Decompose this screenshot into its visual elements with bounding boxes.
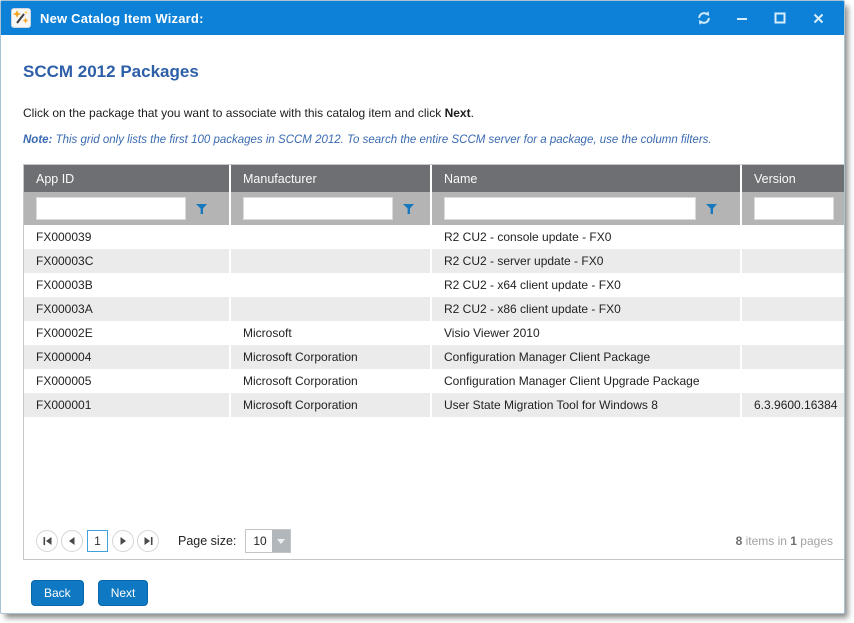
table-row[interactable]: FX00002E Microsoft Visio Viewer 2010 <box>24 321 845 345</box>
close-icon[interactable] <box>806 6 830 30</box>
cell-name: User State Migration Tool for Windows 8 <box>430 393 740 417</box>
packages-grid: App ID Manufacturer Name Version <box>23 164 845 560</box>
cell-version <box>740 297 845 321</box>
cell-manufacturer: Microsoft Corporation <box>229 393 430 417</box>
table-row[interactable]: FX000039 R2 CU2 - console update - FX0 <box>24 225 845 249</box>
grid-filter-row <box>24 192 845 225</box>
cell-version: 6.3.9600.16384 <box>740 393 845 417</box>
cell-manufacturer: Microsoft <box>229 321 430 345</box>
cell-version <box>740 321 845 345</box>
version-filter-icon[interactable] <box>843 203 845 215</box>
filter-cell-version <box>740 192 845 225</box>
cell-app-id: FX00003B <box>24 273 229 297</box>
note-label: Note: <box>23 134 52 146</box>
cell-name: Visio Viewer 2010 <box>430 321 740 345</box>
cell-version <box>740 345 845 369</box>
pages-text: pages <box>797 534 833 548</box>
column-header-app-id[interactable]: App ID <box>24 165 229 192</box>
app-id-filter-icon[interactable] <box>195 203 208 215</box>
table-row[interactable]: FX000001 Microsoft Corporation User Stat… <box>24 393 845 417</box>
wizard-icon <box>11 8 31 28</box>
column-header-manufacturer[interactable]: Manufacturer <box>229 165 430 192</box>
wizard-window: New Catalog Item Wizard: <box>0 0 845 614</box>
items-text: items in <box>742 534 790 548</box>
page-title: SCCM 2012 Packages <box>23 62 844 82</box>
minimize-icon[interactable] <box>730 6 754 30</box>
page-size-dropdown[interactable]: 10 <box>245 529 291 553</box>
filter-cell-app-id <box>24 192 229 225</box>
title-bar: New Catalog Item Wizard: <box>1 1 844 35</box>
cell-app-id: FX000004 <box>24 345 229 369</box>
name-filter-icon[interactable] <box>705 203 718 215</box>
instruction-suffix: . <box>471 106 474 120</box>
chevron-down-icon <box>272 530 290 552</box>
cell-version <box>740 273 845 297</box>
cell-app-id: FX00002E <box>24 321 229 345</box>
cell-name: R2 CU2 - console update - FX0 <box>430 225 740 249</box>
cell-version <box>740 225 845 249</box>
page-size-label: Page size: <box>178 534 236 548</box>
cell-manufacturer <box>229 273 430 297</box>
instruction-text: Click on the package that you want to as… <box>23 106 844 120</box>
table-row[interactable]: FX000004 Microsoft Corporation Configura… <box>24 345 845 369</box>
note-body: This grid only lists the first 100 packa… <box>52 134 711 146</box>
previous-page-icon[interactable] <box>61 530 83 552</box>
cell-manufacturer <box>229 297 430 321</box>
cell-app-id: FX000039 <box>24 225 229 249</box>
cell-name: Configuration Manager Client Upgrade Pac… <box>430 369 740 393</box>
cell-version <box>740 369 845 393</box>
grid-empty-area <box>24 417 845 523</box>
cell-app-id: FX000001 <box>24 393 229 417</box>
cell-app-id: FX000005 <box>24 369 229 393</box>
wizard-navigation: Back Next <box>31 580 844 606</box>
column-header-version[interactable]: Version <box>740 165 845 192</box>
manufacturer-filter-input[interactable] <box>243 197 393 220</box>
cell-app-id: FX00003C <box>24 249 229 273</box>
instruction-next-word: Next <box>445 106 471 120</box>
next-page-icon[interactable] <box>112 530 134 552</box>
pages-count: 1 <box>790 534 797 548</box>
table-row[interactable]: FX000005 Microsoft Corporation Configura… <box>24 369 845 393</box>
manufacturer-filter-icon[interactable] <box>402 203 415 215</box>
window-controls <box>692 6 830 30</box>
cell-name: R2 CU2 - x64 client update - FX0 <box>430 273 740 297</box>
grid-header-row: App ID Manufacturer Name Version <box>24 165 845 192</box>
cell-name: Configuration Manager Client Package <box>430 345 740 369</box>
column-header-name[interactable]: Name <box>430 165 740 192</box>
version-filter-input[interactable] <box>754 197 834 220</box>
cell-manufacturer <box>229 249 430 273</box>
refresh-icon[interactable] <box>692 6 716 30</box>
cell-manufacturer <box>229 225 430 249</box>
table-row[interactable]: FX00003C R2 CU2 - server update - FX0 <box>24 249 845 273</box>
first-page-icon[interactable] <box>36 530 58 552</box>
note-text: Note: This grid only lists the first 100… <box>23 134 844 146</box>
cell-name: R2 CU2 - x86 client update - FX0 <box>430 297 740 321</box>
grid-pager: 1 Page size: 10 8 items in 1 pages <box>24 523 845 559</box>
back-button[interactable]: Back <box>31 580 84 606</box>
cell-app-id: FX00003A <box>24 297 229 321</box>
page-size-value: 10 <box>246 530 272 552</box>
items-summary: 8 items in 1 pages <box>736 534 833 548</box>
table-row[interactable]: FX00003A R2 CU2 - x86 client update - FX… <box>24 297 845 321</box>
filter-cell-manufacturer <box>229 192 430 225</box>
window-title: New Catalog Item Wizard: <box>40 11 692 26</box>
name-filter-input[interactable] <box>444 197 696 220</box>
cell-version <box>740 249 845 273</box>
instruction-prefix: Click on the package that you want to as… <box>23 106 445 120</box>
last-page-icon[interactable] <box>137 530 159 552</box>
cell-manufacturer: Microsoft Corporation <box>229 345 430 369</box>
cell-name: R2 CU2 - server update - FX0 <box>430 249 740 273</box>
table-row[interactable]: FX00003B R2 CU2 - x64 client update - FX… <box>24 273 845 297</box>
current-page-number: 1 <box>87 530 108 552</box>
next-button[interactable]: Next <box>98 580 149 606</box>
app-id-filter-input[interactable] <box>36 197 186 220</box>
cell-manufacturer: Microsoft Corporation <box>229 369 430 393</box>
filter-cell-name <box>430 192 740 225</box>
maximize-icon[interactable] <box>768 6 792 30</box>
